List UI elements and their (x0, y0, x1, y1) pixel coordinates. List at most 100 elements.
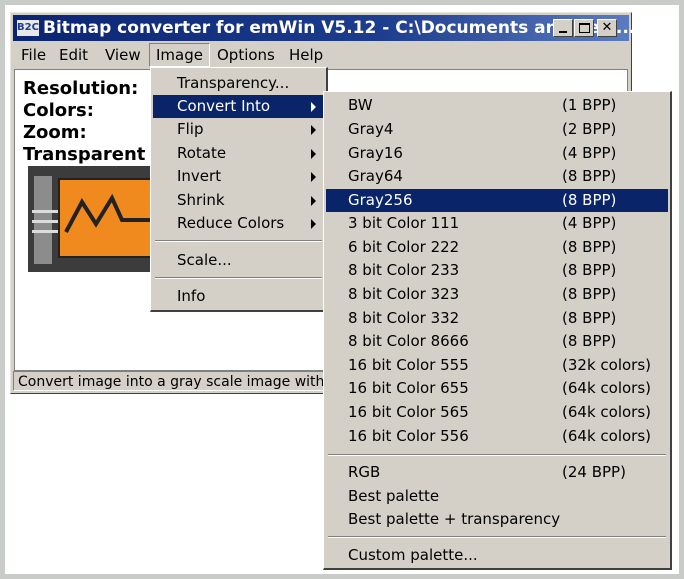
format-label: 8 bit Color 8666 (348, 332, 469, 350)
format-item[interactable]: 16 bit Color 555 (32k colors) (326, 354, 668, 377)
menu-bar: File Edit View Image Options Help (13, 43, 629, 67)
menu-separator (155, 240, 322, 242)
menu-image[interactable]: Image (149, 43, 210, 67)
menu-item-label: Flip (177, 120, 204, 138)
format-item-gray256[interactable]: Gray256 (8 BPP) (326, 189, 668, 212)
submenu-arrow-icon (311, 219, 316, 229)
format-item[interactable]: 16 bit Color 556 (64k colors) (326, 425, 668, 448)
minimize-button[interactable] (553, 19, 573, 37)
format-item[interactable]: BW (1 BPP) (326, 94, 668, 117)
format-label: 8 bit Color 332 (348, 309, 460, 327)
submenu-arrow-icon (311, 125, 316, 135)
format-bpp: (64k colors) (562, 427, 651, 445)
menu-item-label: Scale... (177, 251, 232, 269)
window-title: Bitmap converter for emWin V5.12 - C:\Do… (43, 18, 636, 38)
format-item[interactable]: 8 bit Color 332 (8 BPP) (326, 307, 668, 330)
format-item[interactable]: 16 bit Color 565 (64k colors) (326, 401, 668, 424)
menu-item-reduce-colors[interactable]: Reduce Colors (153, 212, 324, 235)
format-label: 16 bit Color 556 (348, 427, 469, 445)
format-label: Best palette (348, 487, 440, 505)
menu-file[interactable]: File (15, 43, 52, 67)
menu-view[interactable]: View (99, 43, 147, 67)
format-label: 3 bit Color 111 (348, 214, 460, 232)
format-item[interactable]: 8 bit Color 323 (8 BPP) (326, 283, 668, 306)
format-item-best-palette[interactable]: Best palette (326, 485, 668, 508)
convert-into-submenu: BW (1 BPP) Gray4 (2 BPP) Gray16 (4 BPP) … (323, 91, 672, 570)
format-bpp: (64k colors) (562, 403, 651, 421)
menu-item-transparency[interactable]: Transparency... (153, 72, 324, 95)
format-label: Best palette + transparency (348, 510, 561, 528)
menu-item-flip[interactable]: Flip (153, 118, 324, 141)
format-bpp: (8 BPP) (562, 261, 617, 279)
close-button[interactable]: ✕ (597, 19, 617, 37)
menu-item-label: Shrink (177, 191, 225, 209)
format-item[interactable]: 3 bit Color 111 (4 BPP) (326, 212, 668, 235)
format-label: 16 bit Color 555 (348, 356, 469, 374)
format-bpp: (24 BPP) (562, 463, 626, 481)
zoom-label: Zoom: (23, 122, 87, 143)
format-item[interactable]: Gray16 (4 BPP) (326, 142, 668, 165)
format-label: 8 bit Color 323 (348, 285, 460, 303)
format-label: 16 bit Color 565 (348, 403, 469, 421)
format-bpp: (8 BPP) (562, 191, 617, 209)
format-bpp: (1 BPP) (562, 96, 617, 114)
transparent-label: Transparent - (23, 144, 160, 165)
menu-item-label: Rotate (177, 144, 227, 162)
format-bpp: (2 BPP) (562, 120, 617, 138)
format-item[interactable]: 8 bit Color 233 (8 BPP) (326, 259, 668, 282)
logo-m-icon (64, 193, 150, 233)
menu-item-shrink[interactable]: Shrink (153, 189, 324, 212)
format-bpp: (4 BPP) (562, 144, 617, 162)
image-menu: Transparency... Convert Into Flip Rotate… (150, 67, 328, 312)
format-label: Gray64 (348, 167, 403, 185)
menu-item-rotate[interactable]: Rotate (153, 142, 324, 165)
format-bpp: (8 BPP) (562, 309, 617, 327)
format-bpp: (4 BPP) (562, 214, 617, 232)
title-bar[interactable]: B2C Bitmap converter for emWin V5.12 - C… (13, 15, 635, 41)
menu-separator (328, 454, 666, 456)
resolution-label: Resolution: (23, 78, 139, 99)
format-item[interactable]: 8 bit Color 8666 (8 BPP) (326, 330, 668, 353)
format-item[interactable]: Gray4 (2 BPP) (326, 118, 668, 141)
format-label: Gray256 (348, 191, 413, 209)
format-label: 16 bit Color 655 (348, 379, 469, 397)
format-label: Gray4 (348, 120, 394, 138)
submenu-arrow-icon (311, 149, 316, 159)
minimize-icon (559, 31, 567, 33)
menu-item-scale[interactable]: Scale... (153, 249, 324, 272)
maximize-button[interactable] (574, 19, 594, 37)
format-item-best-palette-transparency[interactable]: Best palette + transparency (326, 508, 668, 531)
format-bpp: (8 BPP) (562, 167, 617, 185)
menu-help[interactable]: Help (283, 43, 329, 67)
submenu-arrow-icon (311, 196, 316, 206)
menu-item-info[interactable]: Info (153, 285, 324, 308)
maximize-icon (578, 23, 590, 33)
bitmap-preview (28, 166, 158, 272)
format-bpp: (32k colors) (562, 356, 651, 374)
menu-item-label: Reduce Colors (177, 214, 285, 232)
format-bpp: (8 BPP) (562, 332, 617, 350)
format-label: Gray16 (348, 144, 403, 162)
menu-item-invert[interactable]: Invert (153, 165, 324, 188)
menu-item-label: Transparency... (177, 74, 290, 92)
format-bpp: (8 BPP) (562, 238, 617, 256)
colors-label: Colors: (23, 100, 94, 121)
format-item-rgb[interactable]: RGB (24 BPP) (326, 461, 668, 484)
format-label: 8 bit Color 233 (348, 261, 460, 279)
format-label: BW (348, 96, 373, 114)
format-item[interactable]: 6 bit Color 222 (8 BPP) (326, 236, 668, 259)
close-icon: ✕ (601, 20, 613, 35)
menu-options[interactable]: Options (211, 43, 281, 67)
format-item[interactable]: 16 bit Color 655 (64k colors) (326, 377, 668, 400)
logo-orange-square (58, 178, 158, 258)
format-label: 6 bit Color 222 (348, 238, 460, 256)
format-item[interactable]: Gray64 (8 BPP) (326, 165, 668, 188)
menu-item-label: Info (177, 287, 206, 305)
app-icon[interactable]: B2C (17, 20, 39, 36)
menu-edit[interactable]: Edit (53, 43, 94, 67)
menu-item-convert-into[interactable]: Convert Into (153, 95, 324, 118)
format-item-custom-palette[interactable]: Custom palette... (326, 544, 668, 567)
menu-separator (328, 536, 666, 538)
format-bpp: (64k colors) (562, 379, 651, 397)
menu-item-label: Invert (177, 167, 222, 185)
